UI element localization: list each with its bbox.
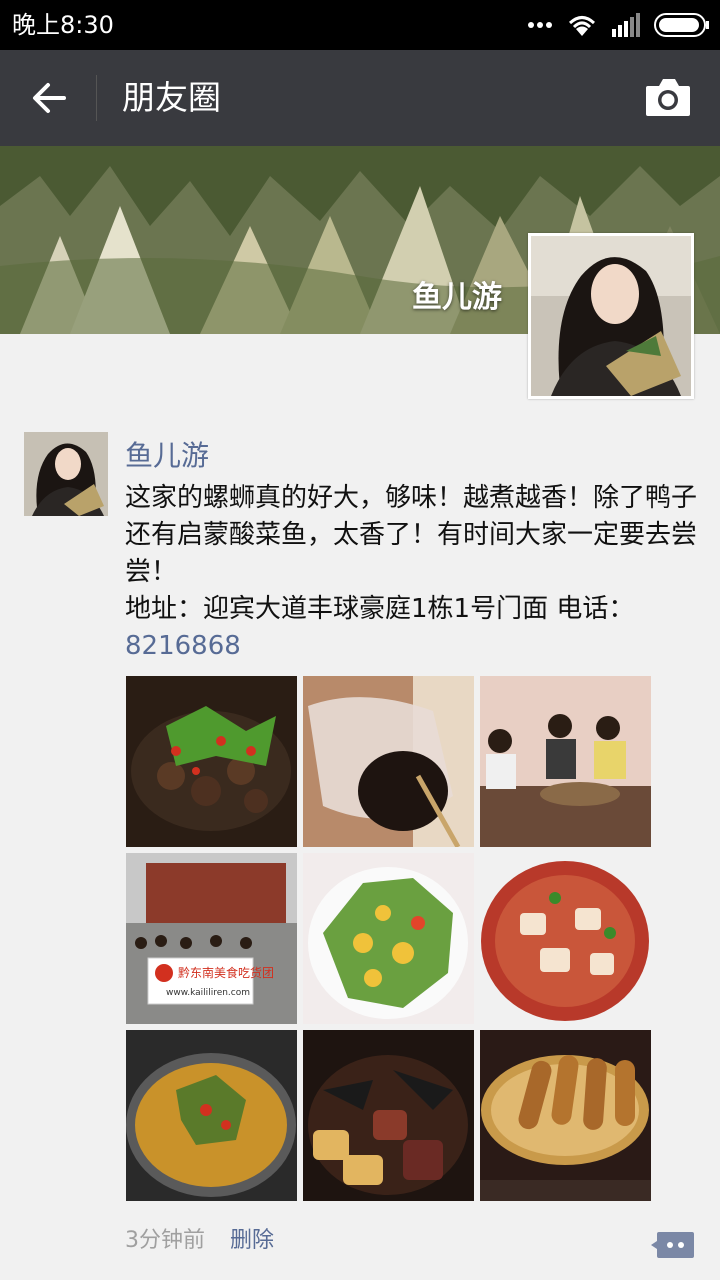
post-photo[interactable] <box>126 676 297 847</box>
camera-button[interactable] <box>644 76 692 120</box>
delete-button[interactable]: 删除 <box>230 1222 274 1254</box>
status-time: 晚上8:30 <box>12 11 114 39</box>
profile-name: 鱼儿游 <box>412 280 502 315</box>
phone-link[interactable]: 8216868 <box>125 631 241 661</box>
post-author-avatar[interactable] <box>24 432 108 516</box>
post-text-body: 这家的螺蛳真的好大，够味！越煮越香！除了鸭子还有启蒙酸菜鱼，太香了！有时间大家一… <box>125 483 698 587</box>
post-text-address: 地址：迎宾大道丰球豪庭1栋1号门面 电话： 8216868 <box>125 591 700 665</box>
banner-url: www.kaililiren.com <box>166 988 250 998</box>
post-address: 地址：迎宾大道丰球豪庭1栋1号门面 电话： <box>125 594 635 624</box>
post-photo[interactable]: 黔东南美食吃货团 www.kaililiren.com <box>126 853 297 1024</box>
app-bar: 朋友圈 <box>0 50 720 146</box>
wifi-icon <box>568 16 596 36</box>
battery-icon <box>654 13 709 37</box>
post-photo[interactable] <box>480 853 651 1024</box>
post-photo[interactable] <box>303 1030 474 1201</box>
post-photo[interactable] <box>480 1030 651 1201</box>
comment-button[interactable] <box>650 1230 696 1260</box>
post-timestamp: 3分钟前 <box>125 1228 205 1253</box>
comment-icon <box>651 1232 694 1258</box>
post-photo[interactable] <box>303 676 474 847</box>
profile-avatar[interactable] <box>528 233 694 399</box>
status-icons <box>528 10 710 40</box>
post-photo[interactable] <box>126 1030 297 1201</box>
app-bar-divider <box>96 75 97 121</box>
arrow-left-icon <box>33 83 66 113</box>
post-photo[interactable] <box>303 853 474 1024</box>
page-title: 朋友圈 <box>122 78 221 117</box>
post-text: 这家的螺蛳真的好大，够味！越煮越香！除了鸭子还有启蒙酸菜鱼，太香了！有时间大家一… <box>125 480 700 665</box>
post-author-name[interactable]: 鱼儿游 <box>125 434 209 474</box>
more-dots-icon <box>528 22 552 28</box>
signal-icon <box>612 13 640 37</box>
banner-text: 黔东南美食吃货团 <box>178 965 274 980</box>
back-button[interactable] <box>26 74 74 122</box>
camera-icon <box>646 79 690 116</box>
status-bar: 晚上8:30 <box>0 0 720 50</box>
post-photo[interactable] <box>480 676 651 847</box>
